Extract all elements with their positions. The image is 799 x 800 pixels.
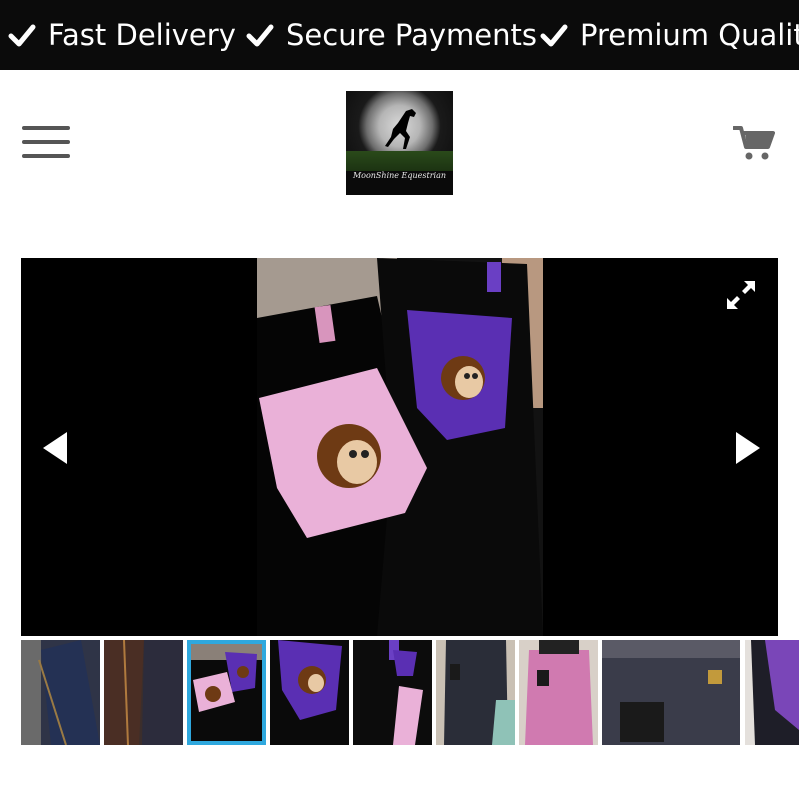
check-icon: [246, 24, 274, 47]
rearing-horse-icon: [385, 109, 416, 149]
logo-caption: MoonShine Equestrian: [352, 171, 447, 180]
product-image-gallery: [21, 258, 778, 636]
announcement-premium-quality: Premium Quality: [540, 18, 799, 52]
announcement-secure-payments: Secure Payments: [246, 18, 537, 52]
check-icon: [8, 24, 36, 47]
announcement-label: Fast Delivery: [48, 18, 236, 52]
expand-fullscreen-icon[interactable]: [724, 278, 758, 312]
thumbnail-6[interactable]: [436, 640, 515, 745]
thumbnail-7[interactable]: [519, 640, 598, 745]
announcement-bar: Fast Delivery Secure Payments Premium Qu…: [0, 0, 799, 70]
announcement-label: Premium Quality: [580, 18, 799, 52]
announcement-fast-delivery: Fast Delivery: [8, 18, 236, 52]
store-logo[interactable]: MoonShine Equestrian: [346, 91, 453, 195]
main-product-image[interactable]: [257, 258, 543, 636]
announcement-label: Secure Payments: [286, 18, 537, 52]
thumbnail-5[interactable]: [353, 640, 432, 745]
thumbnail-4[interactable]: [270, 640, 349, 745]
check-icon: [540, 24, 568, 47]
thumbnail-8[interactable]: [602, 640, 740, 745]
thumbnail-3-selected[interactable]: [187, 640, 266, 745]
arrow-right-icon[interactable]: [732, 430, 762, 466]
arrow-left-icon[interactable]: [41, 430, 71, 466]
thumbnail-strip: [21, 640, 799, 745]
thumbnail-1[interactable]: [21, 640, 100, 745]
thumbnail-9[interactable]: [745, 640, 799, 745]
thumbnail-2[interactable]: [104, 640, 183, 745]
shopping-cart-icon[interactable]: [733, 125, 775, 161]
hamburger-menu-icon[interactable]: [22, 126, 70, 160]
